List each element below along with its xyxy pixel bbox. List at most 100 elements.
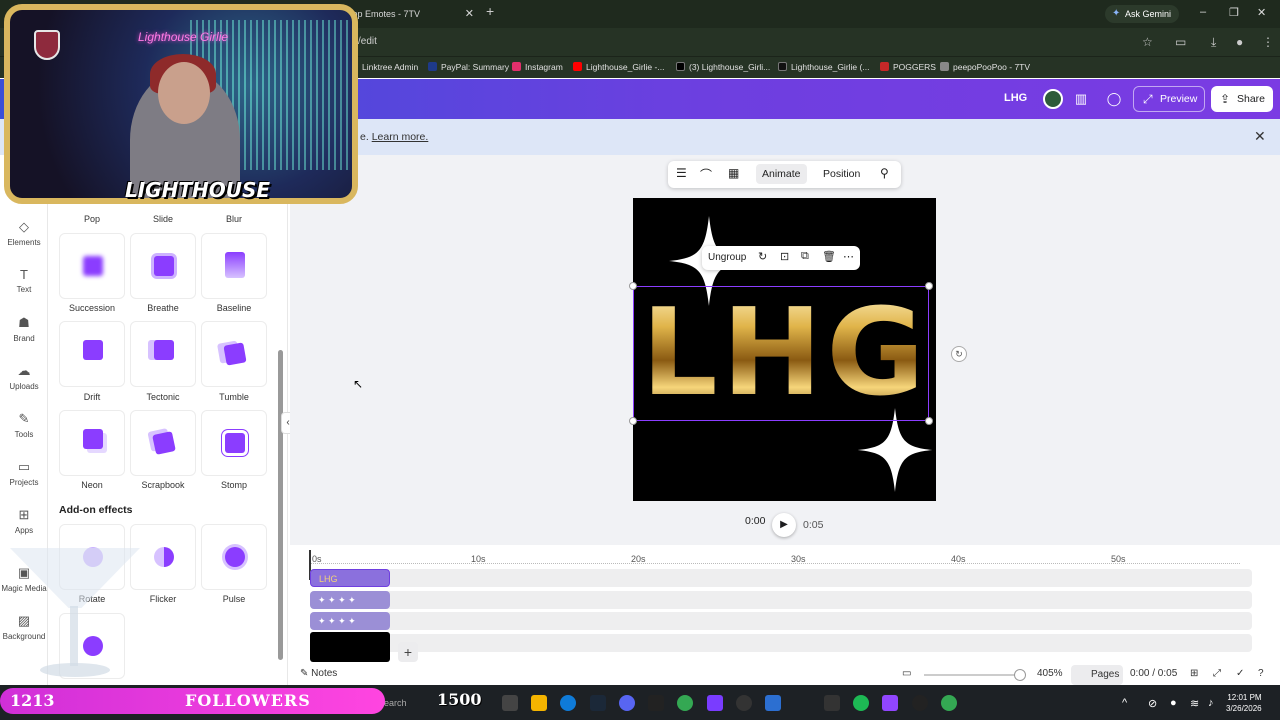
- steam-icon[interactable]: [590, 695, 606, 711]
- bookmark-item[interactable]: Instagram: [512, 62, 563, 72]
- lock-icon[interactable]: ⊡: [780, 250, 789, 263]
- resize-handle[interactable]: [925, 417, 933, 425]
- timeline-clip[interactable]: ✦ ✦ ✦ ✦: [310, 612, 390, 630]
- position-button[interactable]: Position: [823, 168, 860, 180]
- browser-tab[interactable]: Top Emotes - 7TV ✕: [340, 4, 480, 26]
- bookmark-item[interactable]: Lighthouse_Girlie (...: [778, 62, 869, 72]
- affinity-icon[interactable]: [707, 695, 723, 711]
- tray-chevron-icon[interactable]: ^: [1122, 697, 1127, 709]
- rotate-icon[interactable]: ↻: [951, 346, 967, 362]
- close-tab-icon[interactable]: ✕: [465, 4, 474, 24]
- network-icon[interactable]: ⊘: [1148, 697, 1157, 710]
- timeline-track[interactable]: [310, 591, 1252, 609]
- duplicate-icon[interactable]: ⧉: [801, 250, 809, 263]
- timeline-clip[interactable]: LHG: [310, 569, 390, 587]
- anim-tile-tumble[interactable]: [201, 321, 267, 387]
- resize-handle[interactable]: [629, 417, 637, 425]
- anim-tile-baseline[interactable]: [201, 233, 267, 299]
- microphone-icon[interactable]: ●: [1170, 697, 1177, 709]
- learn-more-link[interactable]: Learn more.: [372, 131, 429, 143]
- rail-item-uploads[interactable]: ☁ Uploads: [0, 363, 48, 391]
- task-view-icon[interactable]: [502, 695, 518, 711]
- notes-button[interactable]: ✎ Notes: [300, 668, 337, 679]
- more-icon[interactable]: ⋯: [843, 250, 854, 263]
- bookmark-item[interactable]: Linktree Admin: [362, 62, 418, 72]
- media-player-icon[interactable]: [736, 695, 752, 711]
- fullscreen-icon[interactable]: ⤢: [1213, 668, 1221, 679]
- volume-icon[interactable]: ♪: [1208, 697, 1214, 709]
- discord-icon[interactable]: [619, 695, 635, 711]
- avatar[interactable]: [1043, 89, 1063, 109]
- profile-icon[interactable]: ●: [1236, 35, 1243, 49]
- share-button[interactable]: Share: [1211, 86, 1273, 112]
- rail-item-text[interactable]: T Text: [0, 267, 48, 294]
- edge-icon[interactable]: [560, 695, 576, 711]
- animate-button[interactable]: Animate: [756, 164, 807, 184]
- panel-scrollbar[interactable]: [278, 350, 283, 660]
- paint-format-icon[interactable]: ⚲: [880, 166, 889, 180]
- insights-icon[interactable]: ▥: [1069, 87, 1093, 111]
- anim-tile-tectonic[interactable]: [130, 321, 196, 387]
- bookmark-item[interactable]: POGGERS: [880, 62, 936, 72]
- timeline-track[interactable]: [310, 634, 1252, 652]
- url-field[interactable]: /edit: [358, 36, 377, 47]
- chrome-profile-icon[interactable]: [941, 695, 957, 711]
- rail-item-apps[interactable]: ⊞ Apps: [0, 507, 48, 535]
- menu-icon[interactable]: ⋮: [1262, 35, 1274, 49]
- comment-icon[interactable]: ◯: [1102, 87, 1126, 111]
- timeline-clip[interactable]: ✦ ✦ ✦ ✦: [310, 591, 390, 609]
- zoom-level[interactable]: 405%: [1037, 668, 1063, 679]
- twitch-icon[interactable]: [882, 695, 898, 711]
- capcut-icon[interactable]: [824, 695, 840, 711]
- anim-tile-drift[interactable]: [59, 321, 125, 387]
- anim-tile-neon[interactable]: [59, 410, 125, 476]
- system-clock[interactable]: 12:01 PM 3/26/2026: [1226, 692, 1262, 714]
- close-window-icon[interactable]: ✕: [1257, 6, 1266, 19]
- calculator-icon[interactable]: [765, 695, 781, 711]
- trash-icon[interactable]: 🗑: [822, 250, 836, 263]
- timeline-track[interactable]: [310, 612, 1252, 630]
- timeline-clip-background[interactable]: [310, 632, 390, 662]
- check-icon[interactable]: ✓: [1236, 668, 1244, 679]
- new-tab-icon[interactable]: +: [486, 3, 494, 19]
- ungroup-button[interactable]: Ungroup: [708, 252, 746, 263]
- spotify-icon[interactable]: [853, 695, 869, 711]
- grid-view-icon[interactable]: ⊞: [1190, 668, 1198, 679]
- restore-icon[interactable]: ❐: [1229, 6, 1239, 19]
- zoom-slider[interactable]: [924, 674, 1024, 676]
- cast-icon[interactable]: ▭: [1175, 35, 1186, 49]
- bookmark-item[interactable]: Lighthouse_Girlie -...: [573, 62, 664, 72]
- refresh-icon[interactable]: ↻: [758, 250, 767, 263]
- obs-icon[interactable]: [912, 695, 928, 711]
- ask-gemini-button[interactable]: Ask Gemini: [1105, 5, 1180, 23]
- add-page-button[interactable]: +: [398, 642, 418, 662]
- help-icon[interactable]: ?: [1258, 668, 1264, 679]
- minimize-icon[interactable]: –: [1200, 6, 1206, 18]
- resize-handle[interactable]: [629, 282, 637, 290]
- bookmark-item[interactable]: PayPal: Summary: [428, 62, 509, 72]
- rail-item-brand[interactable]: ☗ Brand: [0, 315, 48, 343]
- file-explorer-icon[interactable]: [531, 695, 547, 711]
- epic-games-icon[interactable]: [648, 695, 664, 711]
- bookmark-item[interactable]: (3) Lighthouse_Girli...: [676, 62, 770, 72]
- zoom-slider-knob[interactable]: [1014, 669, 1026, 681]
- resize-handle[interactable]: [925, 282, 933, 290]
- anim-tile-succession[interactable]: [59, 233, 125, 299]
- timeline-track[interactable]: [310, 569, 1252, 587]
- fit-icon[interactable]: ▭: [902, 668, 911, 679]
- rail-item-projects[interactable]: ▭ Projects: [0, 459, 48, 487]
- design-title[interactable]: LHG: [1004, 92, 1027, 104]
- pages-button[interactable]: Pages: [1071, 665, 1123, 685]
- preview-button[interactable]: Preview: [1133, 86, 1205, 112]
- curve-icon[interactable]: ⌒: [700, 166, 712, 183]
- anim-tile-scrapbook[interactable]: [130, 410, 196, 476]
- bookmark-item[interactable]: peepoPooPoo - 7TV: [940, 62, 1030, 72]
- close-icon[interactable]: ✕: [1254, 128, 1266, 145]
- align-icon[interactable]: ☰: [676, 166, 687, 180]
- anim-tile-breathe[interactable]: [130, 233, 196, 299]
- anim-tile-pulse[interactable]: [201, 524, 267, 590]
- rail-item-elements[interactable]: ◇ Elements: [0, 219, 48, 247]
- transparency-icon[interactable]: ▦: [728, 166, 739, 180]
- bookmark-star-icon[interactable]: ☆: [1142, 35, 1153, 49]
- play-button[interactable]: ▶: [772, 513, 796, 537]
